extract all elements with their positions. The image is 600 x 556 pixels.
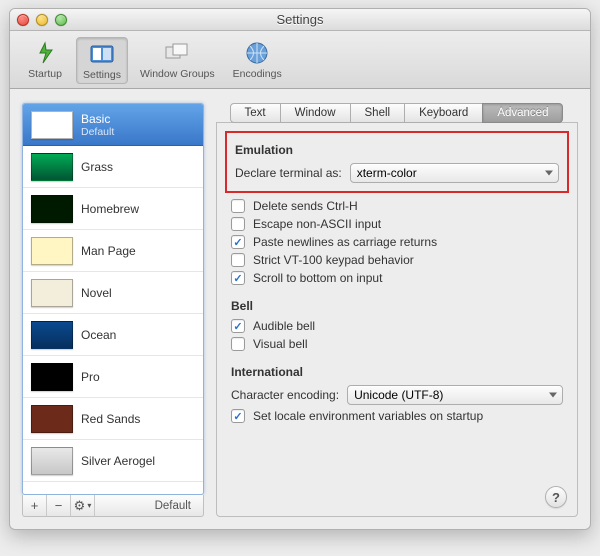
profile-item[interactable]: Grass bbox=[23, 146, 203, 188]
profile-name: Pro bbox=[81, 370, 100, 384]
tab-text[interactable]: Text bbox=[230, 103, 281, 123]
window-title: Settings bbox=[10, 12, 590, 27]
settings-window: Settings Startup Settings Window Groups Enc… bbox=[9, 8, 591, 530]
section-bell: Bell bbox=[231, 299, 563, 313]
toolbar-label: Encodings bbox=[233, 68, 282, 80]
profile-item[interactable]: Novel bbox=[23, 272, 203, 314]
emulation-opt-checkbox[interactable] bbox=[231, 199, 245, 213]
tab-shell[interactable]: Shell bbox=[350, 103, 406, 123]
bell-opt-row: Audible bell bbox=[231, 319, 563, 333]
profile-name: Homebrew bbox=[81, 202, 139, 216]
profile-item[interactable]: Red Sands bbox=[23, 398, 203, 440]
settings-panel: TextWindowShellKeyboardAdvanced Emulatio… bbox=[216, 103, 578, 517]
emulation-opt-checkbox[interactable] bbox=[231, 235, 245, 249]
encoding-label: Character encoding: bbox=[231, 388, 339, 402]
emulation-opt-label: Delete sends Ctrl-H bbox=[253, 199, 358, 213]
profile-name: Basic bbox=[81, 112, 114, 126]
emulation-opt-label: Strict VT-100 keypad behavior bbox=[253, 253, 414, 267]
section-emulation: Emulation bbox=[235, 143, 559, 157]
declare-terminal-row: Declare terminal as: xterm-color bbox=[235, 163, 559, 183]
sidebar-wrap: BasicDefaultGrassHomebrewMan PageNovelOc… bbox=[22, 103, 204, 517]
profile-item[interactable]: Homebrew bbox=[23, 188, 203, 230]
tab-advanced[interactable]: Advanced bbox=[482, 103, 563, 123]
tabs: TextWindowShellKeyboardAdvanced bbox=[216, 103, 578, 123]
help-button[interactable]: ? bbox=[545, 486, 567, 508]
profile-thumb bbox=[31, 153, 73, 181]
profile-thumb bbox=[31, 111, 73, 139]
bell-opt-checkbox[interactable] bbox=[231, 337, 245, 351]
encodings-icon bbox=[241, 40, 273, 66]
profile-item[interactable]: Pro bbox=[23, 356, 203, 398]
chevron-down-icon: ▾ bbox=[87, 501, 91, 510]
toolbar: Startup Settings Window Groups Encodings bbox=[10, 31, 590, 89]
emulation-highlight: Emulation Declare terminal as: xterm-col… bbox=[225, 131, 569, 193]
toolbar-encodings[interactable]: Encodings bbox=[227, 37, 288, 84]
profile-item[interactable]: Man Page bbox=[23, 230, 203, 272]
encoding-row: Character encoding: Unicode (UTF-8) bbox=[231, 385, 563, 405]
startup-icon bbox=[29, 40, 61, 66]
action-menu-button[interactable]: ⚙︎▾ bbox=[71, 495, 95, 516]
profile-name: Red Sands bbox=[81, 412, 140, 426]
profile-sub: Default bbox=[81, 126, 114, 138]
profile-name: Ocean bbox=[81, 328, 116, 342]
tab-window[interactable]: Window bbox=[280, 103, 351, 123]
panel-body: Emulation Declare terminal as: xterm-col… bbox=[216, 122, 578, 517]
toolbar-settings[interactable]: Settings bbox=[76, 37, 128, 84]
profile-name: Man Page bbox=[81, 244, 136, 258]
gear-icon: ⚙︎ bbox=[74, 498, 86, 514]
intl-opt-label: Set locale environment variables on star… bbox=[253, 409, 483, 423]
encoding-select[interactable]: Unicode (UTF-8) bbox=[347, 385, 563, 405]
toolbar-label: Window Groups bbox=[140, 68, 215, 80]
profile-item[interactable]: BasicDefault bbox=[23, 104, 203, 146]
emulation-opt-row: Delete sends Ctrl-H bbox=[231, 199, 563, 213]
emulation-opt-checkbox[interactable] bbox=[231, 253, 245, 267]
declare-terminal-select[interactable]: xterm-color bbox=[350, 163, 559, 183]
profile-list[interactable]: BasicDefault Grass Homebrew Man Page Novel Oc… bbox=[22, 103, 204, 495]
intl-opt-row: Set locale environment variables on star… bbox=[231, 409, 563, 423]
toolbar-label: Settings bbox=[83, 69, 121, 81]
settings-icon bbox=[86, 41, 118, 67]
profile-thumb bbox=[31, 363, 73, 391]
emulation-opt-row: Strict VT-100 keypad behavior bbox=[231, 253, 563, 267]
profile-name: Grass bbox=[81, 160, 113, 174]
profile-thumb bbox=[31, 279, 73, 307]
intl-opt-checkbox[interactable] bbox=[231, 409, 245, 423]
emulation-opt-label: Escape non-ASCII input bbox=[253, 217, 381, 231]
bell-opt-checkbox[interactable] bbox=[231, 319, 245, 333]
content: BasicDefaultGrassHomebrewMan PageNovelOc… bbox=[10, 89, 590, 529]
emulation-opt-checkbox[interactable] bbox=[231, 217, 245, 231]
profile-item[interactable]: Silver Aerogel bbox=[23, 440, 203, 482]
window-groups-icon bbox=[161, 40, 193, 66]
profile-thumb bbox=[31, 195, 73, 223]
emulation-opt-label: Paste newlines as carriage returns bbox=[253, 235, 437, 249]
emulation-opt-row: Escape non-ASCII input bbox=[231, 217, 563, 231]
profile-name: Silver Aerogel bbox=[81, 454, 155, 468]
emulation-opt-label: Scroll to bottom on input bbox=[253, 271, 382, 285]
emulation-opt-row: Scroll to bottom on input bbox=[231, 271, 563, 285]
toolbar-startup[interactable]: Startup bbox=[20, 37, 70, 84]
bell-opt-label: Audible bell bbox=[253, 319, 315, 333]
declare-terminal-label: Declare terminal as: bbox=[235, 166, 342, 180]
bell-opt-row: Visual bell bbox=[231, 337, 563, 351]
toolbar-label: Startup bbox=[28, 68, 62, 80]
toolbar-window-groups[interactable]: Window Groups bbox=[134, 37, 221, 84]
profile-name: Novel bbox=[81, 286, 112, 300]
add-button[interactable]: + bbox=[23, 495, 47, 516]
emulation-opt-checkbox[interactable] bbox=[231, 271, 245, 285]
titlebar: Settings bbox=[10, 9, 590, 31]
profile-item[interactable]: Ocean bbox=[23, 314, 203, 356]
profile-thumb bbox=[31, 237, 73, 265]
profile-thumb bbox=[31, 447, 73, 475]
bell-opt-label: Visual bell bbox=[253, 337, 307, 351]
profile-thumb bbox=[31, 321, 73, 349]
default-button[interactable]: Default bbox=[143, 495, 203, 516]
emulation-opt-row: Paste newlines as carriage returns bbox=[231, 235, 563, 249]
tab-keyboard[interactable]: Keyboard bbox=[404, 103, 483, 123]
remove-button[interactable]: − bbox=[47, 495, 71, 516]
sidebar-footer: + − ⚙︎▾ Default bbox=[22, 495, 204, 517]
section-international: International bbox=[231, 365, 563, 379]
profile-thumb bbox=[31, 405, 73, 433]
